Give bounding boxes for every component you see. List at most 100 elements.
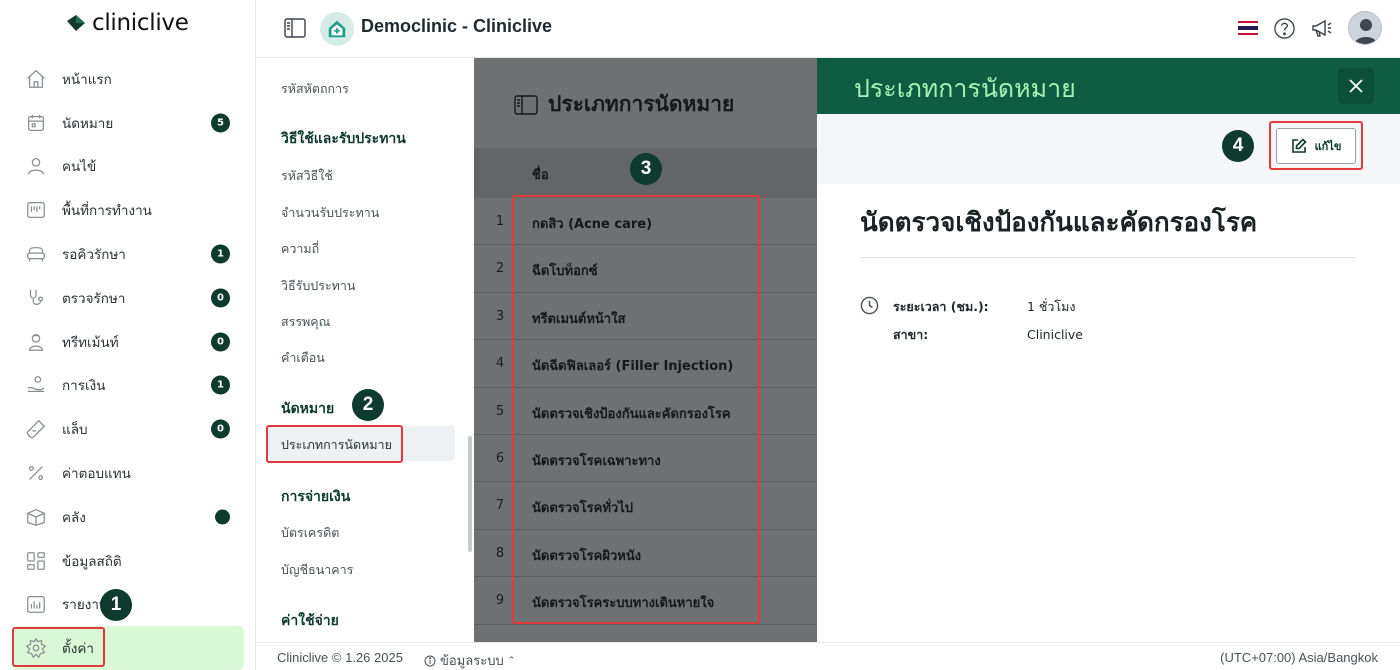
hand-money-icon — [24, 373, 48, 397]
list-header: ประเภทการนัดหมาย — [514, 88, 734, 121]
stats-icon — [24, 549, 48, 573]
sidebar-item-label: ค่าตอบแทน — [62, 466, 131, 483]
step-marker-3: 3 — [630, 153, 662, 185]
appointment-type-drawer: ประเภทการนัดหมาย แก้ไข นัดตรวจเชิงป้องกั… — [817, 58, 1400, 642]
appointment-type-name: นัดตรวจเชิงป้องกันและคัดกรองโรค — [860, 208, 1258, 238]
sidebar-item-label: แล็บ — [62, 422, 88, 439]
report-icon — [24, 592, 48, 616]
step-marker-4: 4 — [1222, 130, 1254, 162]
row-name: นัดตรวจเชิงป้องกันและคัดกรองโรค — [532, 406, 731, 422]
settings-item-dosage-method[interactable]: วิธีรับประทาน — [281, 276, 355, 296]
chevron-up-icon: ⌃ — [507, 655, 516, 665]
duration-value: 1 ชั่วโมง — [1027, 299, 1076, 314]
panel-icon[interactable] — [514, 94, 538, 115]
sidebar-item-workspace[interactable]: พื้นที่การทำงาน — [12, 188, 244, 232]
branch-label: สาขา: — [893, 327, 929, 342]
row-number: 7 — [495, 498, 505, 514]
edit-button[interactable]: แก้ไข — [1276, 128, 1356, 164]
table-row[interactable]: 1 กดสิว (Acne care) — [474, 198, 817, 246]
megaphone-icon[interactable] — [1310, 16, 1334, 40]
settings-item-procedure-code[interactable]: รหัสหัตถการ — [281, 79, 349, 99]
sidebar-item-inventory[interactable]: คลัง — [12, 495, 244, 539]
row-number: 3 — [495, 308, 505, 324]
list-title: ประเภทการนัดหมาย — [548, 92, 735, 116]
duration-row: ระยะเวลา (ชม.): 1 ชั่วโมง — [893, 297, 1076, 317]
sidebar-item-compensation[interactable]: ค่าตอบแทน — [12, 451, 244, 495]
settings-item-dosage-amount[interactable]: จำนวนรับประทาน — [281, 203, 379, 223]
settings-group-payments: การจ่ายเงิน — [281, 489, 351, 505]
calendar-icon — [24, 111, 48, 135]
sidebar-item-label: ตรวจรักษา — [62, 290, 126, 307]
divider — [860, 257, 1356, 258]
settings-item-appointment-types[interactable]: ประเภทการนัดหมาย — [281, 435, 392, 455]
sidebar-item-appointments[interactable]: นัดหมาย 5 — [12, 101, 244, 145]
sidebar-item-label: รอคิวรักษา — [62, 247, 126, 264]
row-name: นัดฉีดฟิลเลอร์ (Filler Injection) — [532, 359, 734, 375]
gear-icon — [24, 636, 48, 660]
brand-logo[interactable]: cliniclive — [64, 8, 189, 38]
table-row[interactable]: 2 ฉีดโบท็อกซ์ — [474, 245, 817, 293]
settings-item-usage-code[interactable]: รหัสวิธีใช้ — [281, 166, 333, 186]
settings-menu: รหัสหัตถการ วิธีใช้และรับประทาน รหัสวิธี… — [256, 58, 474, 642]
footer: Cliniclive © 1.26 2025 ข้อมูลระบบ ⌃ (UTC… — [256, 642, 1400, 670]
row-name: นัดตรวจโรคผิวหนัง — [532, 548, 642, 564]
sidebar-item-label: ทรีทเม้นท์ — [62, 334, 119, 351]
table-row[interactable]: 6 นัดตรวจโรคเฉพาะทาง — [474, 435, 817, 483]
row-number: 2 — [495, 261, 505, 277]
table-row[interactable]: 7 นัดตรวจโรคทั่วไป — [474, 482, 817, 530]
user-avatar[interactable] — [1348, 11, 1382, 45]
test-tube-icon — [24, 417, 48, 441]
doctor-icon — [24, 330, 48, 354]
count-badge: 1 — [211, 375, 230, 395]
status-dot — [215, 509, 230, 525]
sidebar-item-statistics[interactable]: ข้อมูลสถิติ — [12, 539, 244, 583]
branch-value: Cliniclive — [1027, 327, 1083, 342]
help-icon[interactable] — [1272, 16, 1296, 40]
sidebar-item-examination[interactable]: ตรวจรักษา 0 — [12, 276, 244, 320]
sidebar-item-label: หน้าแรก — [62, 71, 112, 88]
brand-name: cliniclive — [92, 10, 189, 36]
step-marker-2: 2 — [352, 389, 384, 421]
info-icon — [424, 655, 436, 666]
settings-group-appointments: นัดหมาย — [281, 401, 335, 417]
branch-row: สาขา: Cliniclive — [893, 325, 1083, 345]
system-info-link[interactable]: ข้อมูลระบบ ⌃ — [424, 650, 515, 670]
close-button[interactable] — [1338, 68, 1374, 104]
home-icon — [24, 67, 48, 91]
settings-item-properties[interactable]: สรรพคุณ — [281, 312, 330, 332]
sidebar-item-patients[interactable]: คนไข้ — [12, 145, 244, 189]
table-row[interactable]: 8 นัดตรวจโรคผิวหนัง — [474, 530, 817, 578]
top-header: Democlinic - Cliniclive — [256, 0, 1400, 58]
settings-scrollbar[interactable] — [468, 436, 472, 552]
edit-icon — [1291, 138, 1307, 153]
clinic-house-icon — [320, 12, 354, 46]
sidebar-toggle-icon[interactable] — [284, 18, 306, 38]
system-info-label: ข้อมูลระบบ — [440, 653, 504, 668]
drawer-header: ประเภทการนัดหมาย — [817, 58, 1400, 114]
user-icon — [24, 154, 48, 178]
row-name: นัดตรวจโรคระบบทางเดินหายใจ — [532, 596, 715, 612]
sidebar-item-home[interactable]: หน้าแรก — [12, 57, 244, 101]
sidebar-item-settings[interactable]: ตั้งค่า — [12, 626, 244, 670]
sidebar-item-treatment[interactable]: ทรีทเม้นท์ 0 — [12, 320, 244, 364]
row-number: 5 — [495, 403, 505, 419]
table-row[interactable]: 9 นัดตรวจโรคระบบทางเดินหายใจ — [474, 577, 817, 625]
row-number: 6 — [495, 451, 505, 466]
table-row[interactable]: 5 นัดตรวจเชิงป้องกันและคัดกรองโรค — [474, 388, 817, 435]
sidebar-item-finance[interactable]: การเงิน 1 — [12, 364, 244, 408]
row-name: นัดตรวจโรคทั่วไป — [532, 501, 633, 517]
settings-item-credit-card[interactable]: บัตรเครดิต — [281, 523, 339, 543]
table-row[interactable]: 4 นัดฉีดฟิลเลอร์ (Filler Injection) — [474, 340, 817, 388]
row-number: 1 — [495, 214, 505, 229]
sidebar-item-lab[interactable]: แล็บ 0 — [12, 407, 244, 451]
thai-flag-icon[interactable] — [1238, 21, 1258, 35]
settings-item-warnings[interactable]: คำเตือน — [281, 348, 325, 368]
sidebar-item-waiting-queue[interactable]: รอคิวรักษา 1 — [12, 232, 244, 276]
version-text: Cliniclive © 1.26 2025 — [277, 650, 403, 665]
table-row[interactable]: 3 ทรีตเมนต์หน้าใส — [474, 293, 817, 341]
close-icon — [1349, 79, 1363, 93]
row-number: 8 — [495, 545, 505, 561]
settings-item-frequency[interactable]: ความถี่ — [281, 239, 319, 259]
settings-item-bank-account[interactable]: บัญชีธนาคาร — [281, 560, 353, 580]
sidebar-item-label: พื้นที่การทำงาน — [62, 203, 152, 220]
